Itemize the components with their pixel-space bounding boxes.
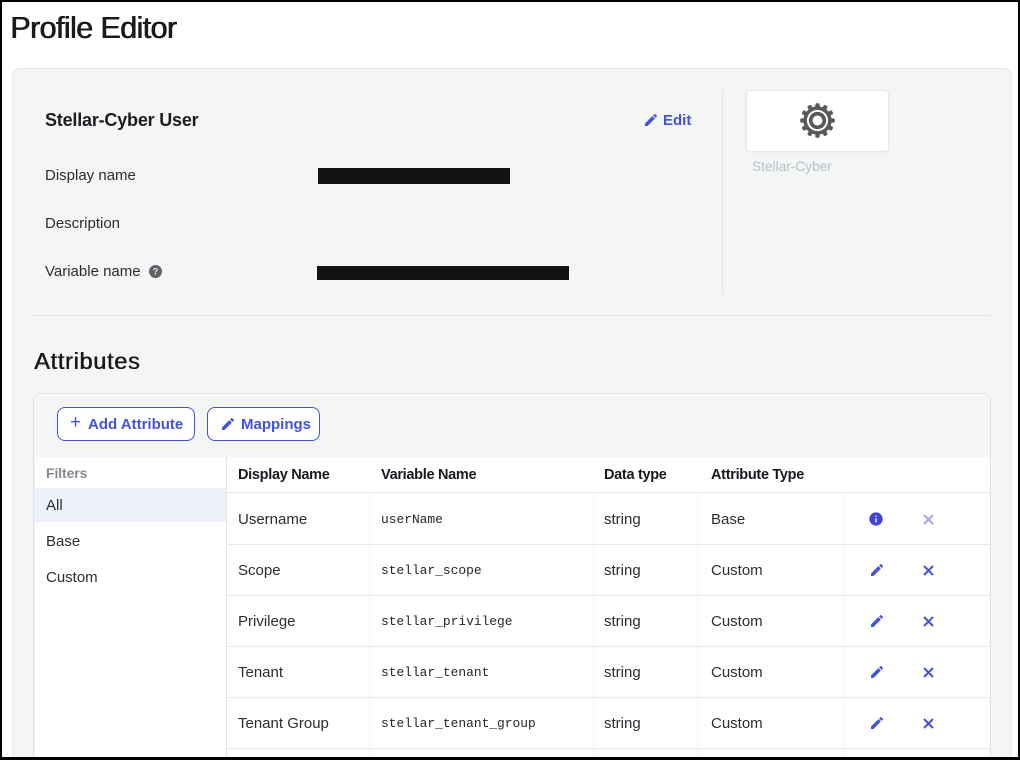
svg-text:?: ? [153,267,159,277]
